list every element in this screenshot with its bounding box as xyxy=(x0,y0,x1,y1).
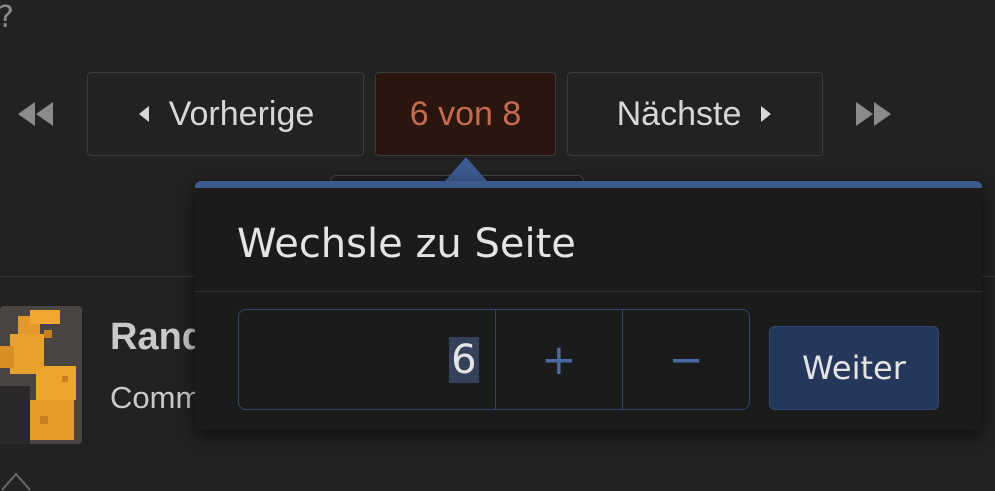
thread-thumbnail[interactable] xyxy=(0,306,82,444)
thumbnail-image xyxy=(0,306,82,444)
current-page-indicator[interactable]: 6 von 8 xyxy=(375,72,556,156)
double-chevron-left-icon xyxy=(18,102,53,126)
increment-button[interactable]: + xyxy=(496,310,624,409)
thread-meta: Comm xyxy=(110,380,202,415)
previous-page-button[interactable]: Vorherige xyxy=(87,72,364,156)
first-page-button[interactable] xyxy=(15,94,55,134)
current-page-label: 6 von 8 xyxy=(409,94,522,133)
submit-label: Weiter xyxy=(802,349,906,387)
double-chevron-right-icon xyxy=(856,102,891,126)
plus-icon: + xyxy=(541,335,577,384)
minus-icon: − xyxy=(668,335,704,384)
next-page-label: Nächste xyxy=(616,94,742,133)
popup-title: Wechsle zu Seite xyxy=(237,221,576,267)
popup-divider xyxy=(195,291,982,292)
page-number-stepper: 6 + − xyxy=(238,309,750,410)
caret-left-icon xyxy=(138,106,149,122)
submit-button[interactable]: Weiter xyxy=(769,326,939,410)
popup-pointer-arrow xyxy=(445,157,487,181)
thread-title[interactable]: Rand xyxy=(110,316,205,359)
goto-page-popup: Wechsle zu Seite 6 + − Weiter xyxy=(195,181,982,430)
chevron-up-icon xyxy=(1,472,31,491)
previous-page-label: Vorherige xyxy=(168,94,315,133)
page-number-value: 6 xyxy=(449,336,479,383)
caret-right-icon xyxy=(761,106,772,122)
next-page-button[interactable]: Nächste xyxy=(567,72,823,156)
last-page-button[interactable] xyxy=(854,94,894,134)
decrement-button[interactable]: − xyxy=(623,310,749,409)
page-number-input[interactable]: 6 xyxy=(239,310,496,409)
top-stub-text: ? xyxy=(0,0,14,35)
page-root: ? Vorherige 6 von 8 Nächste xyxy=(0,0,995,491)
